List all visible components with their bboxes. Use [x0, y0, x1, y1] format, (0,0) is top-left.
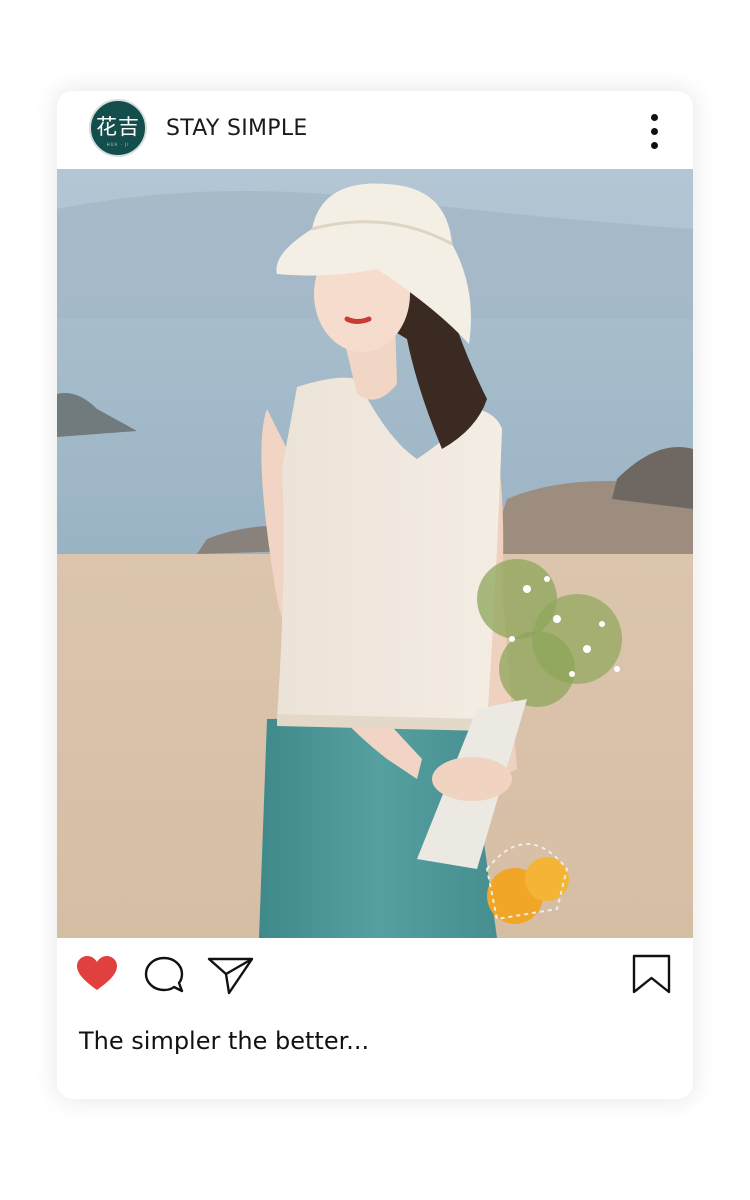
post-card: 花吉 HUA · JI STAY SIMPLE The simpler the … — [57, 91, 693, 1099]
account-name[interactable]: STAY SIMPLE — [166, 116, 308, 141]
heart-icon[interactable] — [77, 956, 117, 992]
post-photo[interactable] — [57, 169, 693, 938]
send-icon[interactable] — [207, 955, 255, 995]
avatar-logo-subtext: HUA · JI — [106, 142, 130, 147]
more-options-icon[interactable] — [642, 112, 668, 152]
avatar-logo-text: 花吉 — [96, 115, 140, 139]
post-header: 花吉 HUA · JI STAY SIMPLE — [57, 91, 693, 169]
avatar[interactable]: 花吉 HUA · JI — [89, 99, 147, 157]
bookmark-icon[interactable] — [632, 954, 672, 996]
post-caption: The simpler the better... — [79, 1027, 370, 1055]
photo-illustration — [57, 169, 693, 938]
post-actions — [57, 938, 693, 1018]
comment-icon[interactable] — [143, 955, 185, 995]
